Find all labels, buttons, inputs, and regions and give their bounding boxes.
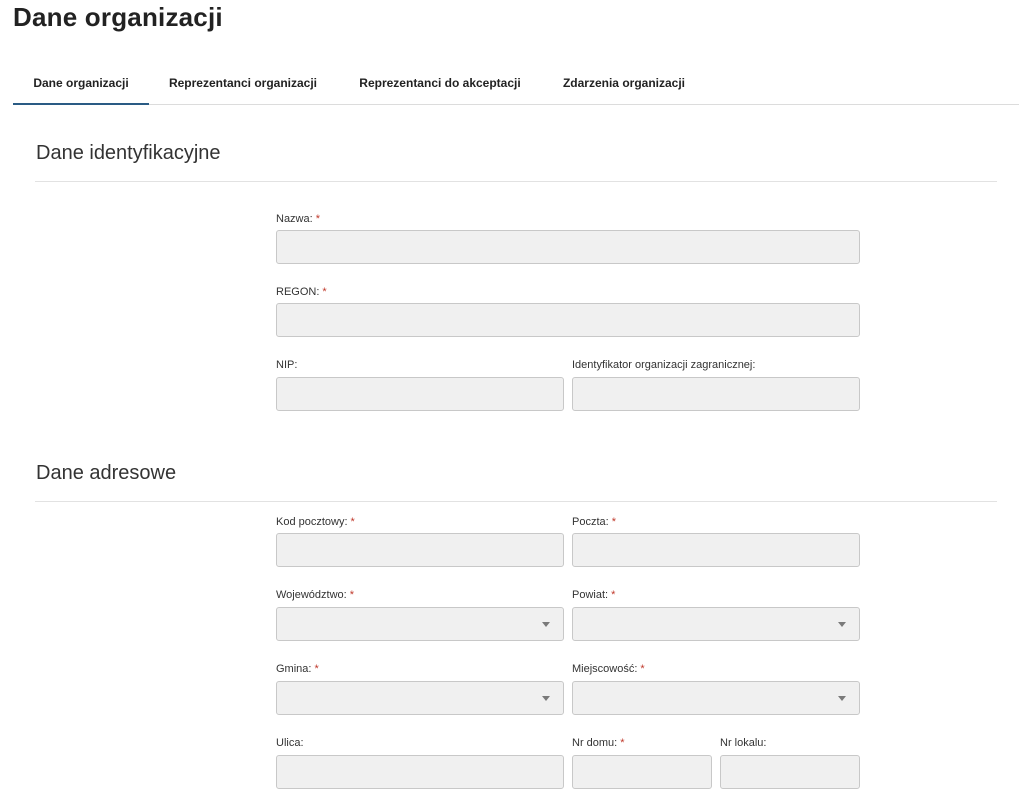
chevron-down-icon bbox=[542, 622, 550, 627]
kod-pocztowy-input[interactable] bbox=[276, 533, 564, 567]
nazwa-label: Nazwa: * bbox=[276, 213, 320, 225]
nr-domu-input[interactable] bbox=[572, 755, 712, 789]
tab-zdarzenia-organizacji[interactable]: Zdarzenia organizacji bbox=[553, 62, 695, 104]
nip-input[interactable] bbox=[276, 377, 564, 411]
miejscowosc-select[interactable] bbox=[572, 681, 860, 715]
nazwa-input[interactable] bbox=[276, 230, 860, 264]
foreign-id-label: Identyfikator organizacji zagranicznej: bbox=[572, 359, 755, 371]
section-title-identification: Dane identyfikacyjne bbox=[36, 142, 221, 164]
wojewodztwo-select[interactable] bbox=[276, 607, 564, 641]
gmina-label: Gmina: * bbox=[276, 663, 319, 675]
page-title: Dane organizacji bbox=[13, 2, 223, 32]
regon-label: REGON: * bbox=[276, 286, 327, 298]
ulica-label-text: Ulica: bbox=[276, 737, 304, 749]
regon-input[interactable] bbox=[276, 303, 860, 337]
miejscowosc-label: Miejscowość: * bbox=[572, 663, 645, 675]
poczta-label: Poczta: * bbox=[572, 516, 616, 528]
poczta-label-text: Poczta: bbox=[572, 516, 609, 528]
chevron-down-icon bbox=[838, 696, 846, 701]
required-marker: * bbox=[620, 737, 625, 749]
miejscowosc-label-text: Miejscowość: bbox=[572, 663, 638, 675]
gmina-select[interactable] bbox=[276, 681, 564, 715]
section-divider bbox=[35, 501, 997, 502]
tab-reprezentanci-do-akceptacji[interactable]: Reprezentanci do akceptacji bbox=[349, 62, 531, 104]
nr-domu-label: Nr domu: * bbox=[572, 737, 625, 749]
poczta-input[interactable] bbox=[572, 533, 860, 567]
powiat-label: Powiat: * bbox=[572, 589, 615, 601]
nr-domu-label-text: Nr domu: bbox=[572, 737, 618, 749]
ulica-input[interactable] bbox=[276, 755, 564, 789]
required-marker: * bbox=[640, 663, 645, 675]
nr-lokalu-input[interactable] bbox=[720, 755, 860, 789]
foreign-id-label-text: Identyfikator organizacji zagranicznej: bbox=[572, 359, 756, 371]
nr-lokalu-label-text: Nr lokalu: bbox=[720, 737, 767, 749]
nip-label: NIP: bbox=[276, 359, 297, 371]
required-marker: * bbox=[315, 213, 320, 225]
nazwa-label-text: Nazwa: bbox=[276, 213, 313, 225]
powiat-label-text: Powiat: bbox=[572, 589, 609, 601]
tab-bar: Dane organizacji Reprezentanci organizac… bbox=[13, 62, 1019, 105]
gmina-label-text: Gmina: bbox=[276, 663, 312, 675]
section-divider bbox=[35, 181, 997, 182]
regon-label-text: REGON: bbox=[276, 286, 320, 298]
kod-pocztowy-label-text: Kod pocztowy: bbox=[276, 516, 348, 528]
tab-reprezentanci-organizacji[interactable]: Reprezentanci organizacji bbox=[159, 62, 327, 104]
required-marker: * bbox=[611, 516, 616, 528]
required-marker: * bbox=[611, 589, 616, 601]
powiat-select[interactable] bbox=[572, 607, 860, 641]
tab-dane-organizacji[interactable]: Dane organizacji bbox=[13, 62, 149, 105]
nip-label-text: NIP: bbox=[276, 359, 298, 371]
required-marker: * bbox=[314, 663, 319, 675]
chevron-down-icon bbox=[542, 696, 550, 701]
wojewodztwo-label-text: Województwo: bbox=[276, 589, 347, 601]
chevron-down-icon bbox=[838, 622, 846, 627]
required-marker: * bbox=[322, 286, 327, 298]
required-marker: * bbox=[349, 589, 354, 601]
foreign-id-input[interactable] bbox=[572, 377, 860, 411]
nr-lokalu-label: Nr lokalu: bbox=[720, 737, 766, 749]
section-title-address: Dane adresowe bbox=[36, 462, 177, 484]
kod-pocztowy-label: Kod pocztowy: * bbox=[276, 516, 355, 528]
ulica-label: Ulica: bbox=[276, 737, 304, 749]
required-marker: * bbox=[350, 516, 355, 528]
wojewodztwo-label: Województwo: * bbox=[276, 589, 354, 601]
